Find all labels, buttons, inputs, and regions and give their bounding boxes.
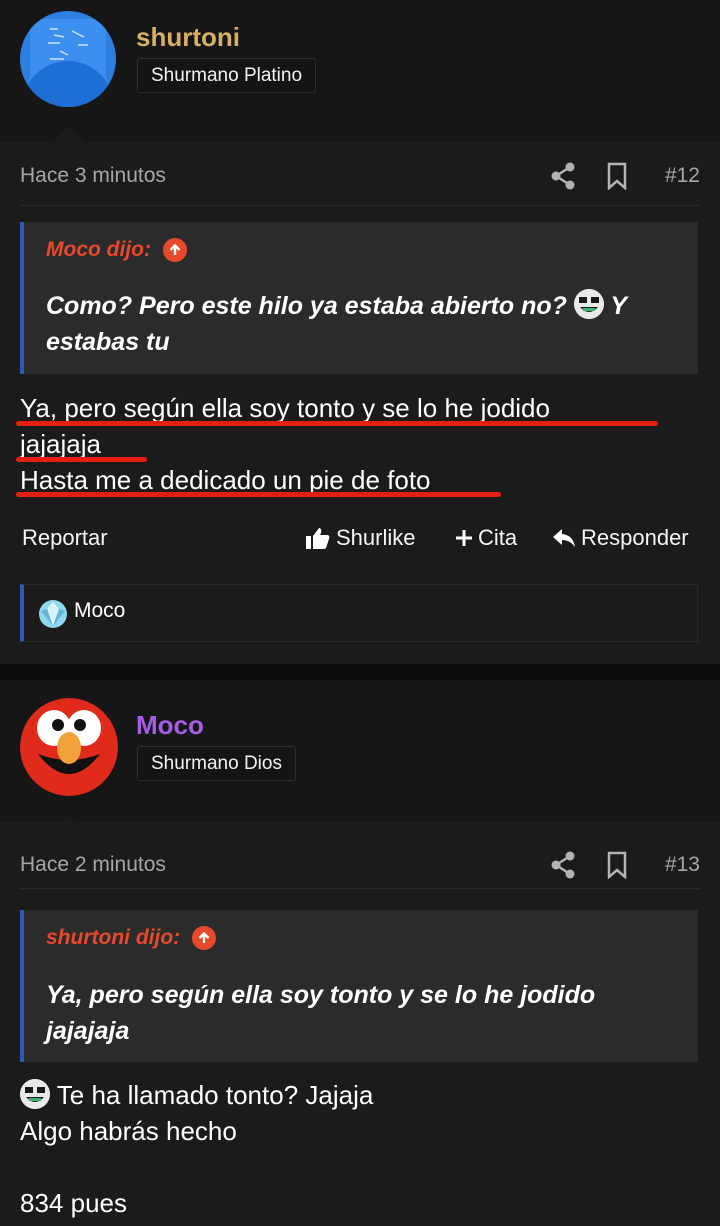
shurlike-label: Shurlike (336, 525, 416, 550)
quote-text: Como? Pero este hilo ya estaba abierto n… (46, 288, 678, 360)
red-underline-mark (16, 457, 147, 462)
quote-text-part: Como? Pero este hilo ya estaba abierto n… (46, 292, 567, 320)
avatar[interactable] (20, 698, 118, 796)
quote-block: Moco dijo: Como? Pero este hilo ya estab… (20, 222, 698, 374)
post-body: Te ha llamado tonto? Jajaja Algo habrás … (20, 1077, 700, 1221)
post-timestamp[interactable]: Hace 2 minutos (20, 853, 166, 877)
reply-arrow-icon (553, 529, 575, 547)
header-notch (53, 816, 85, 832)
arrow-up-icon[interactable] (192, 926, 217, 950)
share-icon[interactable] (550, 851, 578, 879)
share-icon[interactable] (550, 162, 578, 190)
laughing-emoji-icon (20, 1079, 50, 1109)
quote-author[interactable]: Moco dijo: (46, 238, 187, 262)
post-number[interactable]: #12 (665, 164, 700, 188)
post-12: shurtoni Shurmano Platino Hace 3 minutos… (0, 0, 720, 664)
body-line: Te ha llamado tonto? Jajaja (20, 1077, 700, 1113)
quote-author-label[interactable]: Moco dijo: (46, 238, 151, 262)
post-actions: Reportar Shurlike Cita Responder (22, 525, 698, 559)
bookmark-icon[interactable] (606, 162, 634, 191)
post-13: Moco Shurmano Dios Hace 2 minutos #13 sh… (0, 680, 720, 1226)
header-notch (53, 126, 85, 142)
post-body: Ya, pero según ella soy tonto y se lo he… (20, 390, 700, 498)
quote-button[interactable]: Cita (455, 525, 517, 551)
red-underline-mark (16, 421, 658, 426)
body-line: 834 pues (20, 1188, 127, 1218)
likes-bar[interactable]: Moco (20, 584, 698, 642)
diamond-badge-icon (38, 599, 68, 629)
body-line-text: Te ha llamado tonto? Jajaja (56, 1080, 374, 1110)
divider (20, 205, 700, 206)
post-author-header: shurtoni Shurmano Platino (0, 0, 720, 142)
plus-icon (456, 530, 472, 546)
post-author-header: Moco Shurmano Dios (0, 680, 720, 832)
user-rank-badge: Shurmano Dios (137, 746, 296, 781)
quote-text: Ya, pero según ella soy tonto y se lo he… (46, 981, 596, 1045)
post-separator (0, 664, 720, 680)
report-button[interactable]: Reportar (22, 525, 108, 551)
user-rank-badge: Shurmano Platino (137, 58, 317, 93)
quote-author-label[interactable]: shurtoni dijo: (46, 926, 180, 950)
shurlike-button[interactable]: Shurlike (305, 525, 415, 551)
thumbs-up-icon (306, 528, 330, 549)
post-meta: Hace 2 minutos #13 (20, 851, 700, 883)
arrow-up-icon[interactable] (162, 238, 187, 262)
quote-label: Cita (478, 525, 518, 550)
quote-author[interactable]: shurtoni dijo: (46, 926, 217, 950)
post-number[interactable]: #13 (665, 853, 700, 877)
bookmark-icon[interactable] (606, 851, 634, 880)
laughing-emoji-icon (573, 289, 604, 319)
liked-by-user[interactable]: Moco (74, 599, 125, 623)
quote-block: shurtoni dijo: Ya, pero según ella soy t… (20, 910, 698, 1062)
body-line-spacer (20, 1149, 700, 1185)
red-underline-mark (16, 492, 501, 497)
reply-button[interactable]: Responder (552, 525, 689, 551)
reply-label: Responder (581, 525, 689, 550)
avatar[interactable] (20, 11, 116, 107)
username[interactable]: Moco (136, 710, 204, 741)
divider (20, 888, 700, 889)
post-meta: Hace 3 minutos #12 (20, 162, 700, 194)
post-timestamp[interactable]: Hace 3 minutos (20, 164, 166, 188)
body-line: Algo habrás hecho (20, 1116, 237, 1146)
username[interactable]: shurtoni (136, 22, 240, 53)
